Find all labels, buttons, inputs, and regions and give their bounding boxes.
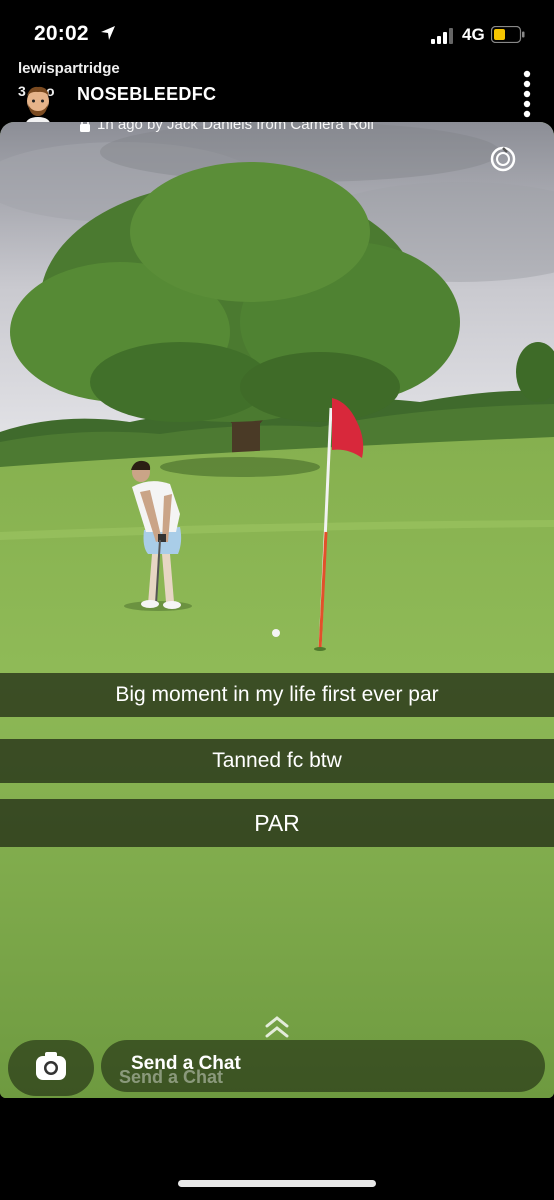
- golf-photo: [0, 122, 554, 1098]
- signal-icon: [431, 28, 453, 44]
- caption-bar: Tanned fc btw: [0, 739, 554, 783]
- poster-username[interactable]: lewispartridge: [18, 60, 120, 77]
- caption-bar: Big moment in my life first ever par: [0, 673, 554, 717]
- caption-text: Tanned fc btw: [212, 749, 342, 772]
- home-indicator[interactable]: [178, 1180, 376, 1187]
- network-type: 4G: [462, 25, 485, 44]
- location-arrow-icon: [101, 26, 115, 40]
- battery-icon: [491, 26, 525, 43]
- bitmoji-avatar[interactable]: [18, 82, 58, 126]
- story-media[interactable]: 1h ago by Jack Daniels from Camera Roll: [0, 122, 554, 1098]
- lock-icon: [80, 122, 90, 132]
- swipe-up-chevron-icon[interactable]: [262, 1014, 292, 1040]
- status-bar: 20:02 4G: [0, 0, 554, 68]
- camera-icon: [36, 1052, 66, 1080]
- camera-button[interactable]: [8, 1040, 94, 1096]
- caption-text: Big moment in my life first ever par: [115, 683, 439, 706]
- send-chat-label: Send a Chat: [131, 1053, 241, 1074]
- story-meta-text: 1h ago by Jack Daniels from Camera Roll: [97, 122, 374, 133]
- caption-text: PAR: [254, 809, 300, 836]
- story-meta: 1h ago by Jack Daniels from Camera Roll: [79, 122, 374, 133]
- send-chat-input[interactable]: Send a Chat Send a Chat: [101, 1040, 545, 1092]
- status-time: 20:02: [34, 22, 89, 45]
- story-title[interactable]: NOSEBLEEDFC: [77, 84, 216, 105]
- more-options-icon[interactable]: [520, 70, 534, 120]
- replay-icon[interactable]: [489, 145, 517, 173]
- caption-bar: PAR: [0, 799, 554, 847]
